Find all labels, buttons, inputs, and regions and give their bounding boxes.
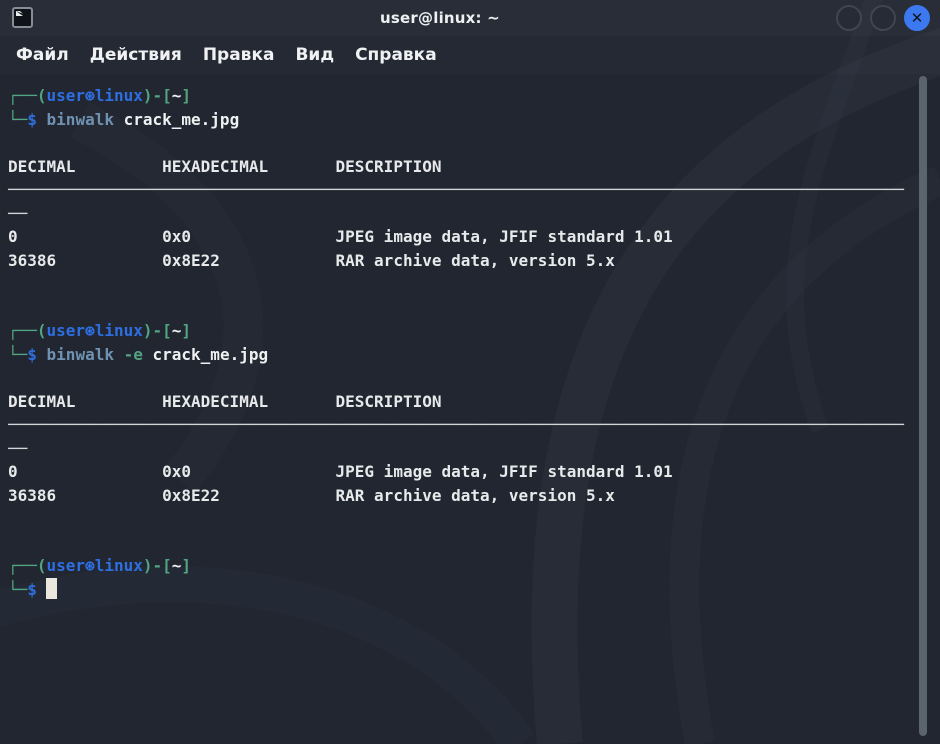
menu-item-file[interactable]: Файл [16, 45, 69, 65]
blank-line [8, 131, 940, 155]
maximize-button[interactable] [870, 5, 896, 31]
prompt-frame: )-[ [143, 321, 172, 340]
prompt-line-top: ┌──(user⊛linux)-[~] [8, 84, 940, 108]
titlebar: user@linux: ~ ✕ [0, 0, 940, 36]
blank-line [8, 296, 940, 320]
command-line-1: └─$ binwalk crack_me.jpg [8, 108, 940, 132]
table-separator-line: ────────────────────────────────────────… [8, 178, 940, 202]
prompt-frame: )-[ [143, 86, 172, 105]
close-icon: ✕ [911, 11, 924, 26]
menu-item-view[interactable]: Вид [295, 45, 334, 65]
prompt-frame: ] [181, 86, 191, 105]
command-argument: crack_me.jpg [143, 345, 268, 364]
prompt-line-top: ┌──(user⊛linux)-[~] [8, 319, 940, 343]
command-name: binwalk [37, 110, 114, 129]
prompt-frame: └─ [8, 110, 27, 129]
prompt-frame: ┌──( [8, 86, 47, 105]
prompt-user-host: user⊛linux [47, 321, 143, 340]
window-controls: ✕ [836, 5, 930, 31]
table-separator-wrap: ── [8, 437, 940, 461]
table-row: 36386 0x8E22 RAR archive data, version 5… [8, 484, 940, 508]
binwalk-table-header: DECIMAL HEXADECIMAL DESCRIPTION [8, 155, 940, 179]
prompt-symbol: $ [27, 580, 37, 599]
menu-bar: Файл Действия Правка Вид Справка [0, 36, 940, 74]
prompt-frame: └─ [8, 580, 27, 599]
menu-item-edit[interactable]: Правка [203, 45, 275, 65]
window-title: user@linux: ~ [380, 9, 500, 27]
terminal-app-icon [12, 7, 33, 28]
command-name: binwalk [37, 345, 114, 364]
prompt-path: ~ [172, 86, 182, 105]
prompt-frame: ┌──( [8, 321, 47, 340]
table-row: 0 0x0 JPEG image data, JFIF standard 1.0… [8, 225, 940, 249]
prompt-user-host: user⊛linux [47, 556, 143, 575]
blank-line [8, 366, 940, 390]
prompt-symbol: $ [27, 110, 37, 129]
prompt-path: ~ [172, 556, 182, 575]
text-cursor [46, 578, 57, 599]
command-option: -e [114, 345, 143, 364]
prompt-frame: )-[ [143, 556, 172, 575]
prompt-frame: ] [181, 321, 191, 340]
table-row: 36386 0x8E22 RAR archive data, version 5… [8, 249, 940, 273]
table-separator-line: ────────────────────────────────────────… [8, 413, 940, 437]
table-separator-wrap: ── [8, 202, 940, 226]
menu-item-help[interactable]: Справка [355, 45, 437, 65]
blank-line [8, 507, 940, 531]
prompt-user-host: user⊛linux [47, 86, 143, 105]
command-argument: crack_me.jpg [114, 110, 239, 129]
prompt-line-top: ┌──(user⊛linux)-[~] [8, 554, 940, 578]
close-button[interactable]: ✕ [904, 5, 930, 31]
prompt-frame: ┌──( [8, 556, 47, 575]
blank-line [8, 531, 940, 555]
menu-item-actions[interactable]: Действия [90, 45, 182, 65]
scrollbar-thumb[interactable] [919, 76, 927, 736]
table-row: 0 0x0 JPEG image data, JFIF standard 1.0… [8, 460, 940, 484]
command-line-active[interactable]: └─$ [8, 578, 940, 602]
command-line-2: └─$ binwalk -e crack_me.jpg [8, 343, 940, 367]
prompt-symbol: $ [27, 345, 37, 364]
blank-line [8, 272, 940, 296]
prompt-path: ~ [172, 321, 182, 340]
terminal-screen[interactable]: ┌──(user⊛linux)-[~] └─$ binwalk crack_me… [0, 74, 940, 744]
prompt-frame: └─ [8, 345, 27, 364]
prompt-frame: ] [181, 556, 191, 575]
terminal-window: user@linux: ~ ✕ Файл Действия Правка Вид… [0, 0, 940, 744]
binwalk-table-header: DECIMAL HEXADECIMAL DESCRIPTION [8, 390, 940, 414]
minimize-button[interactable] [836, 5, 862, 31]
